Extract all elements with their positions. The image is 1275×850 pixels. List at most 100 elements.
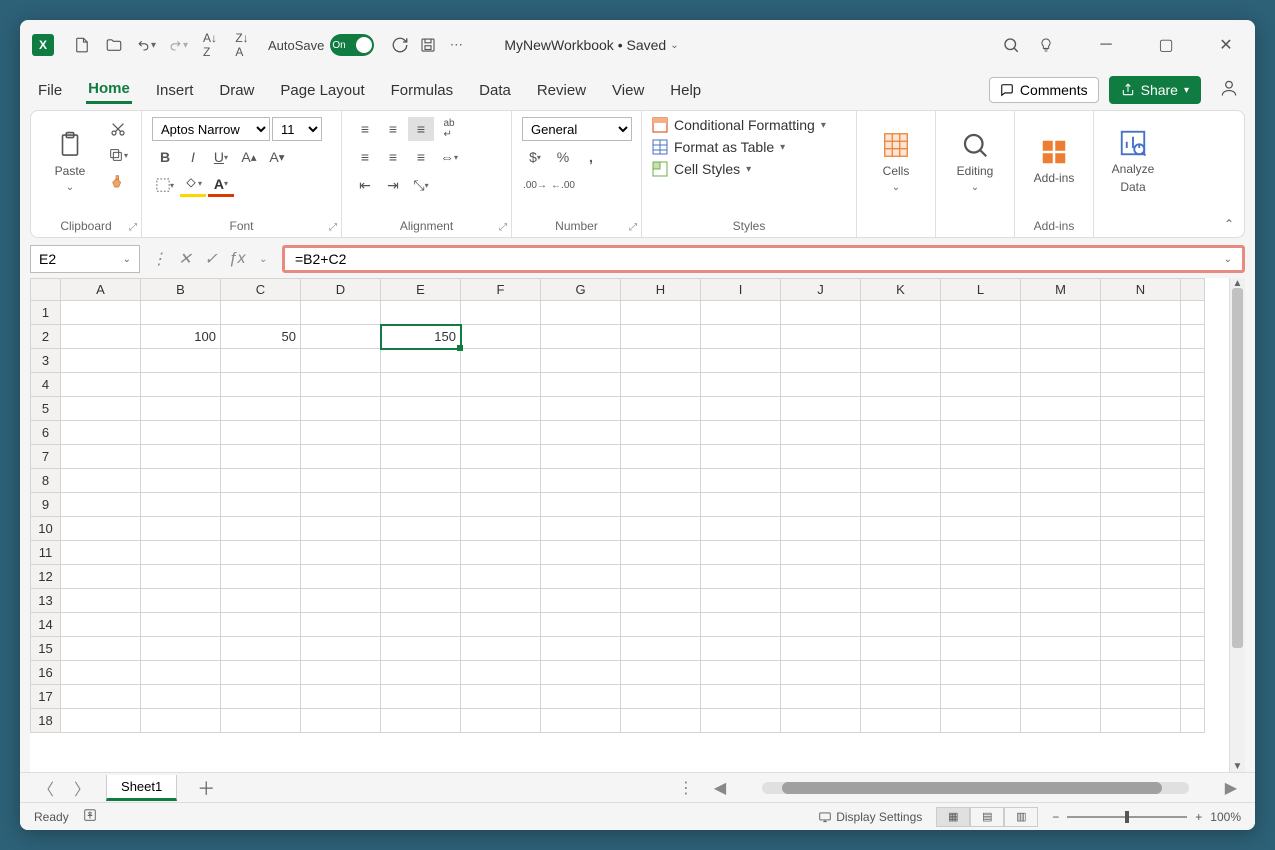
column-header[interactable]: A [61,279,141,301]
cell[interactable] [381,589,461,613]
cell[interactable] [861,589,941,613]
cell[interactable] [461,325,541,349]
align-middle-icon[interactable]: ≡ [380,117,406,141]
cell[interactable] [861,397,941,421]
percent-icon[interactable]: % [550,145,576,169]
cell[interactable] [621,637,701,661]
normal-view-icon[interactable]: ▦ [936,807,970,827]
cell[interactable] [381,469,461,493]
cell[interactable] [701,517,781,541]
fx-dropdown-icon[interactable]: ⌄ [254,254,272,265]
cell[interactable] [941,445,1021,469]
name-box[interactable]: E2 ⌄ [30,245,140,273]
cell[interactable] [941,685,1021,709]
underline-button[interactable]: U▾ [208,145,234,169]
cell[interactable] [461,469,541,493]
number-launcher-icon[interactable]: ⤢ [629,222,637,233]
cell[interactable] [861,469,941,493]
lightbulb-icon[interactable] [1029,35,1063,55]
cell[interactable] [301,421,381,445]
cell[interactable] [621,421,701,445]
cell[interactable] [61,613,141,637]
cell[interactable] [461,445,541,469]
row-header[interactable]: 5 [31,397,61,421]
cell[interactable] [1021,637,1101,661]
cell[interactable] [781,661,861,685]
zoom-control[interactable]: − + 100% [1052,810,1241,824]
cell[interactable] [221,517,301,541]
comments-button[interactable]: Comments [989,77,1099,103]
cell[interactable] [1181,349,1205,373]
cell[interactable] [701,661,781,685]
cell[interactable] [541,517,621,541]
cell[interactable] [61,637,141,661]
cell[interactable] [541,541,621,565]
cell[interactable] [701,637,781,661]
column-header[interactable]: M [1021,279,1101,301]
font-launcher-icon[interactable]: ⤢ [329,222,337,233]
cell[interactable] [61,517,141,541]
addins-button[interactable]: Add-ins [1025,117,1083,205]
cell[interactable] [861,637,941,661]
cell[interactable] [461,397,541,421]
cell[interactable] [61,373,141,397]
cell[interactable] [141,349,221,373]
cell[interactable] [1181,613,1205,637]
cell[interactable] [141,613,221,637]
row-header[interactable]: 13 [31,589,61,613]
cell[interactable] [1021,445,1101,469]
cell[interactable] [381,685,461,709]
cell[interactable] [1021,517,1101,541]
cell[interactable] [701,565,781,589]
cell[interactable] [61,349,141,373]
cell[interactable] [461,421,541,445]
column-header[interactable]: K [861,279,941,301]
cell[interactable] [781,613,861,637]
cell[interactable] [701,349,781,373]
horizontal-scrollbar[interactable] [762,782,1189,794]
cell[interactable] [221,565,301,589]
column-header[interactable]: G [541,279,621,301]
format-painter-icon[interactable] [105,169,131,193]
cell[interactable] [621,493,701,517]
cell[interactable] [381,397,461,421]
column-header[interactable]: C [221,279,301,301]
cell[interactable] [301,469,381,493]
cell[interactable] [1021,325,1101,349]
cell[interactable] [781,493,861,517]
cell[interactable] [61,589,141,613]
cell[interactable] [701,685,781,709]
tab-review[interactable]: Review [535,78,588,103]
cell[interactable] [1021,589,1101,613]
cell[interactable] [301,325,381,349]
cell[interactable] [701,709,781,733]
cell[interactable] [781,541,861,565]
cell[interactable] [781,325,861,349]
fb-more-icon[interactable]: ⋮ [150,249,168,269]
cell[interactable] [381,709,461,733]
cell[interactable] [221,589,301,613]
tab-home[interactable]: Home [86,76,132,104]
tab-help[interactable]: Help [668,78,703,103]
cell[interactable] [61,397,141,421]
cell[interactable] [1101,709,1181,733]
sort-desc-icon[interactable]: Z↓A [232,35,252,55]
sheet-nav-next-icon[interactable]: 〉 [70,776,94,800]
minimize-button[interactable]: ─ [1089,35,1123,55]
cell[interactable] [301,613,381,637]
cell[interactable] [1181,301,1205,325]
cell[interactable] [221,493,301,517]
cell[interactable] [61,565,141,589]
cell[interactable] [861,301,941,325]
cell[interactable] [1101,325,1181,349]
cell[interactable] [381,373,461,397]
cell[interactable] [301,493,381,517]
column-header[interactable]: N [1101,279,1181,301]
cell[interactable] [141,517,221,541]
conditional-formatting-button[interactable]: Conditional Formatting▾ [652,117,826,133]
decrease-decimal-icon[interactable]: ←.00 [550,173,576,197]
cell[interactable] [1101,373,1181,397]
cell[interactable] [941,565,1021,589]
cell[interactable] [621,565,701,589]
cell[interactable] [61,541,141,565]
